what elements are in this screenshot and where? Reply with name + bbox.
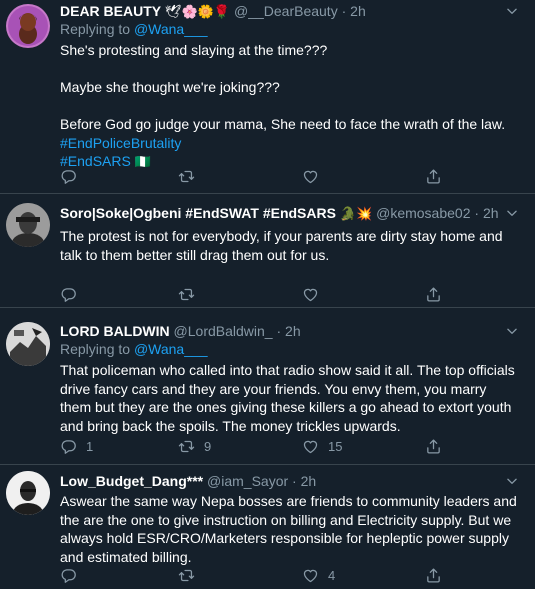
chevron-down-icon[interactable] (505, 2, 521, 20)
avatar-image (6, 203, 50, 247)
display-name[interactable]: LORD BALDWIN (60, 323, 170, 339)
like-count: 4 (328, 567, 336, 583)
separator-dot: · (272, 323, 286, 339)
retweet-icon (178, 567, 195, 584)
separator-dot: · (288, 473, 301, 489)
avatar-image (6, 322, 50, 366)
reply-count: 1 (86, 438, 94, 454)
reply-icon (60, 567, 77, 584)
avatar[interactable] (6, 322, 50, 366)
retweet-icon (178, 168, 195, 185)
reply-button[interactable] (60, 166, 86, 186)
user-handle[interactable]: @__DearBeauty (234, 3, 338, 19)
replying-prefix: Replying to (60, 21, 134, 37)
like-count: 15 (328, 438, 343, 454)
display-name[interactable]: Low_Budget_Dang*** (60, 473, 203, 489)
reply-icon (60, 438, 77, 455)
share-icon (425, 567, 442, 584)
share-icon (425, 286, 442, 303)
display-name[interactable]: DEAR BEAUTY (60, 3, 161, 19)
avatar-image (6, 471, 50, 515)
share-button[interactable] (425, 565, 442, 585)
like-button[interactable] (302, 166, 328, 186)
heart-icon (302, 438, 319, 455)
timestamp[interactable]: 2h (483, 205, 499, 221)
like-button[interactable]: 4 (302, 565, 335, 585)
timestamp[interactable]: 2h (301, 473, 317, 489)
display-name[interactable]: Soro|Soke|Ogbeni #EndSWAT #EndSARS (60, 205, 336, 221)
user-handle[interactable]: @LordBaldwin_ (174, 323, 273, 339)
retweet-button[interactable] (178, 166, 204, 186)
tweet-actions: 1 9 15 (0, 436, 400, 456)
tweet-text: Aswear the same way Nepa bosses are frie… (60, 493, 517, 565)
heart-icon (302, 286, 319, 303)
retweet-icon (178, 286, 195, 303)
tweet-actions (0, 166, 400, 186)
tweet-soro-soke[interactable]: Soro|Soke|Ogbeni #EndSWAT #EndSARS 🐊💥 @k… (0, 194, 535, 308)
tweet-header: DEAR BEAUTY 🕊🌸🌼🌹 @__DearBeauty · 2h (60, 2, 521, 20)
avatar[interactable] (6, 4, 50, 48)
user-handle[interactable]: @kemosabe02 (376, 205, 470, 221)
text-line (60, 60, 521, 79)
name-emoji: 🕊🌸🌼🌹 (165, 5, 231, 20)
text-line (60, 97, 521, 116)
share-icon (425, 168, 442, 185)
reply-icon (60, 168, 77, 185)
hashtag-link[interactable]: #EndPoliceBrutality (60, 134, 521, 153)
separator-dot: · (470, 205, 483, 221)
tweet-dear-beauty[interactable]: DEAR BEAUTY 🕊🌸🌼🌹 @__DearBeauty · 2h Repl… (0, 0, 535, 194)
replying-prefix: Replying to (60, 341, 134, 357)
name-emoji: 🐊💥 (339, 207, 373, 222)
share-button[interactable] (425, 166, 442, 186)
separator-dot: · (337, 3, 351, 19)
replying-to: Replying to @Wana___ (60, 20, 521, 38)
tweet-text: She's protesting and slaying at the time… (60, 41, 521, 173)
like-button[interactable]: 15 (302, 436, 342, 456)
heart-icon (302, 168, 319, 185)
avatar-image (6, 4, 50, 48)
chevron-down-icon[interactable] (505, 472, 521, 490)
retweet-button[interactable] (178, 565, 204, 585)
retweet-icon (178, 438, 195, 455)
reply-button[interactable] (60, 565, 86, 585)
replying-to-link[interactable]: @Wana___ (134, 21, 208, 37)
chevron-down-icon[interactable] (505, 204, 521, 222)
tweet-low-budget-dang[interactable]: Low_Budget_Dang*** @iam_Sayor · 2h Aswea… (0, 465, 535, 589)
like-button[interactable] (302, 284, 328, 304)
timestamp[interactable]: 2h (285, 323, 301, 339)
text-line: She's protesting and slaying at the time… (60, 42, 328, 58)
text-line: Before God go judge your mama, She need … (60, 116, 506, 132)
heart-icon (302, 567, 319, 584)
retweet-button[interactable]: 9 (178, 436, 211, 456)
reply-button[interactable]: 1 (60, 436, 93, 456)
reply-button[interactable] (60, 284, 86, 304)
share-icon (425, 438, 442, 455)
tweet-header: LORD BALDWIN @LordBaldwin_ · 2h (60, 322, 521, 340)
tweet-header: Soro|Soke|Ogbeni #EndSWAT #EndSARS 🐊💥 @k… (60, 204, 521, 222)
share-button[interactable] (425, 284, 442, 304)
chevron-down-icon[interactable] (505, 322, 521, 340)
text-line: Maybe she thought we're joking??? (60, 79, 280, 95)
avatar[interactable] (6, 203, 50, 247)
tweet-text: That policeman who called into that radi… (60, 362, 515, 434)
tweet-text: The protest is not for everybody, if you… (60, 228, 503, 263)
timestamp[interactable]: 2h (350, 3, 366, 19)
avatar[interactable] (6, 471, 50, 515)
tweet-lord-baldwin[interactable]: LORD BALDWIN @LordBaldwin_ · 2h Replying… (0, 308, 535, 465)
retweet-count: 9 (204, 438, 212, 454)
tweet-actions (0, 284, 400, 304)
tweet-header: Low_Budget_Dang*** @iam_Sayor · 2h (60, 472, 521, 490)
tweet-actions: 4 (0, 565, 400, 585)
user-handle[interactable]: @iam_Sayor (207, 473, 288, 489)
share-button[interactable] (425, 436, 442, 456)
retweet-button[interactable] (178, 284, 204, 304)
replying-to-link[interactable]: @Wana___ (134, 341, 208, 357)
reply-icon (60, 286, 77, 303)
replying-to: Replying to @Wana___ (60, 340, 521, 358)
